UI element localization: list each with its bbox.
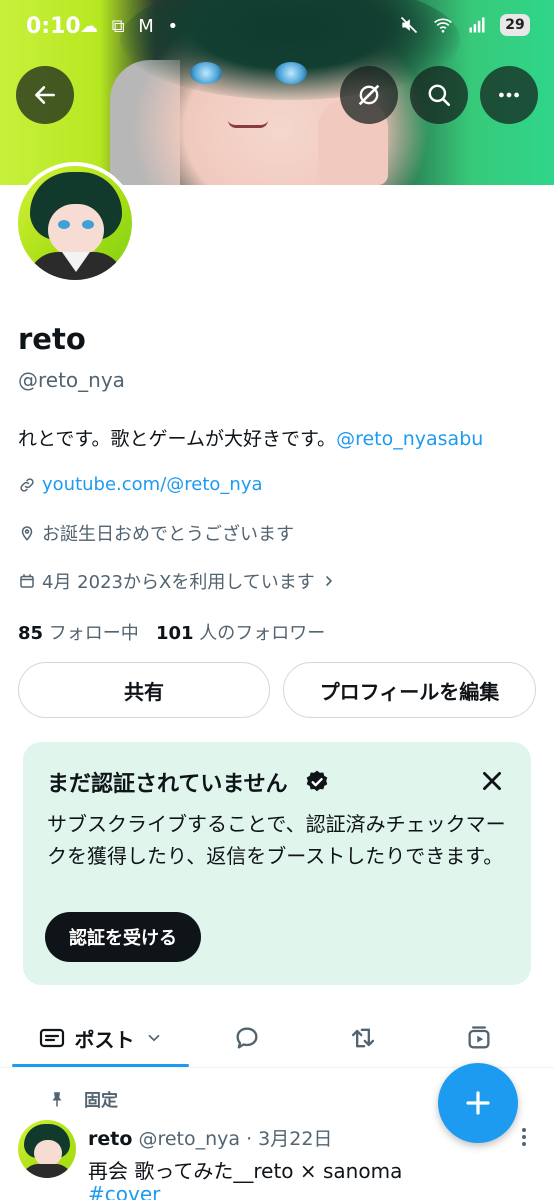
pinned-label: 固定 <box>84 1091 118 1111</box>
joined-row[interactable]: 4月 2023からXを利用しています <box>18 568 337 594</box>
repost-icon <box>351 1028 375 1048</box>
calendar-icon <box>20 574 34 588</box>
pinned-indicator: 固定 <box>48 1086 118 1111</box>
posts-icon <box>39 1028 64 1048</box>
link-icon <box>20 477 34 492</box>
post-author-name[interactable]: reto <box>88 1128 132 1150</box>
banner-art-eye <box>275 62 307 84</box>
battery-indicator: 29 <box>500 14 530 36</box>
close-icon[interactable] <box>479 768 505 794</box>
compose-post-button[interactable] <box>438 1063 518 1143</box>
verification-body: サブスクライブすることで、認証済みチェックマークを獲得したり、返信をブーストした… <box>47 812 506 868</box>
tab-posts-label: ポスト <box>74 1027 135 1052</box>
plus-icon <box>466 1091 490 1115</box>
search-button[interactable] <box>410 66 468 124</box>
wifi-icon <box>434 18 452 33</box>
followers-label: 人のフォロワー <box>199 623 326 644</box>
post-author-avatar[interactable] <box>18 1120 76 1178</box>
website-link[interactable]: youtube.com/@reto_nya <box>42 474 263 495</box>
arrow-left-icon <box>35 86 55 104</box>
video-icon <box>468 1026 490 1049</box>
pin-icon <box>52 1091 62 1106</box>
grok-button[interactable] <box>340 66 398 124</box>
status-bar: 0:10 ☁ ⧉ M • 29 <box>0 0 554 56</box>
post-header: reto @reto_nya · 3月22日 <box>88 1124 332 1151</box>
tab-reposts[interactable] <box>326 1010 400 1066</box>
verification-title-row: まだ認証されていません <box>47 766 330 798</box>
banner-art-mouth <box>228 120 268 128</box>
post-hashtag-link[interactable]: #cover <box>88 1182 160 1200</box>
chevron-down-icon[interactable] <box>145 1029 163 1047</box>
user-handle: @reto_nya <box>18 368 125 392</box>
post-more-icon[interactable] <box>516 1126 532 1148</box>
post-author-meta: @reto_nya · 3月22日 <box>138 1128 333 1150</box>
following-link[interactable]: 85 フォロー中 <box>18 623 139 644</box>
verified-badge-icon <box>306 770 327 792</box>
more-button[interactable] <box>480 66 538 124</box>
profile-bio: れとです。歌とゲームが大好きです。@reto_nyasabu <box>18 424 483 451</box>
signal-icon <box>469 17 485 33</box>
banner-art-eye <box>190 62 222 84</box>
birthday-text: お誕生日おめでとうございます <box>42 524 294 545</box>
status-time: 0:10 <box>26 14 81 39</box>
mute-icon <box>400 16 418 34</box>
edit-profile-button[interactable]: プロフィールを編集 <box>283 662 536 718</box>
share-button[interactable]: 共有 <box>18 662 270 718</box>
status-right-icons: 29 <box>398 14 530 36</box>
followers-count: 101 <box>155 623 194 644</box>
grok-icon <box>358 84 380 106</box>
tab-posts[interactable]: ポスト <box>12 1010 189 1066</box>
back-button[interactable] <box>16 66 74 124</box>
reply-bubble-icon <box>236 1027 258 1049</box>
following-label: フォロー中 <box>48 623 139 644</box>
tab-replies[interactable] <box>210 1010 284 1066</box>
display-name: reto <box>18 322 86 356</box>
profile-tabs: ポスト <box>0 1010 554 1066</box>
profile-avatar[interactable] <box>14 162 136 284</box>
birthday-row: お誕生日おめでとうございます <box>18 520 294 546</box>
get-verified-button[interactable]: 認証を受ける <box>45 912 201 962</box>
notification-icons: ☁ ⧉ M • <box>80 16 183 37</box>
website-row: youtube.com/@reto_nya <box>18 474 263 495</box>
post-text: 再会 歌ってみた__reto × sanoma <box>88 1159 403 1183</box>
avatar-image <box>18 166 132 280</box>
search-icon <box>428 84 451 107</box>
bio-mention-link[interactable]: @reto_nyasabu <box>336 428 483 450</box>
more-horizontal-icon <box>499 92 519 98</box>
bio-text: れとです。歌とゲームが大好きです。 <box>18 428 337 450</box>
followers-link[interactable]: 101 人のフォロワー <box>156 623 325 644</box>
joined-text: 4月 2023からXを利用しています <box>42 572 315 593</box>
location-pin-icon <box>21 526 33 541</box>
follow-stats: 85 フォロー中 101 人のフォロワー <box>18 619 325 645</box>
chevron-right-icon <box>325 576 332 586</box>
following-count: 85 <box>18 623 44 644</box>
verification-title: まだ認証されていません <box>47 772 288 797</box>
tab-video[interactable] <box>442 1010 516 1066</box>
verification-card: まだ認証されていません サブスクライブすることで、認証済みチェックマークを獲得し… <box>23 742 531 985</box>
